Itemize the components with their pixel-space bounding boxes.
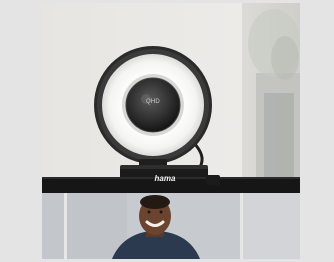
product-photo: QHD hama (42, 3, 300, 259)
image-frame: QHD hama (0, 0, 334, 262)
brand-logo: hama (154, 174, 176, 183)
lens-label: QHD (146, 99, 160, 105)
